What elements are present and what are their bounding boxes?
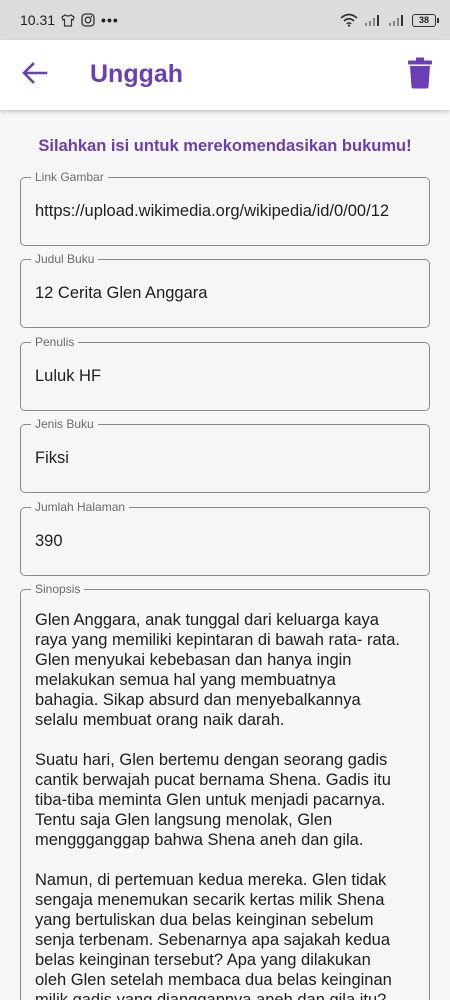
- judul-buku-label: Judul Buku: [31, 252, 99, 267]
- more-notifications-icon: •••: [101, 12, 119, 28]
- jenis-buku-field[interactable]: Jenis Buku Fiksi: [20, 417, 430, 493]
- judul-buku-value[interactable]: 12 Cerita Glen Anggara: [35, 284, 425, 303]
- battery-icon: 38: [412, 13, 439, 27]
- penulis-field[interactable]: Penulis Luluk HF: [20, 335, 430, 411]
- penulis-label: Penulis: [31, 335, 79, 350]
- signal-sim2-icon: [388, 14, 406, 26]
- sinopsis-field[interactable]: Sinopsis Glen Anggara, anak tunggal dari…: [20, 582, 430, 1000]
- app-bar: Unggah: [0, 40, 450, 110]
- judul-buku-field[interactable]: Judul Buku 12 Cerita Glen Anggara: [20, 252, 430, 328]
- sinopsis-label: Sinopsis: [31, 582, 85, 597]
- jumlah-halaman-value[interactable]: 390: [35, 532, 425, 551]
- status-right: 38: [340, 13, 439, 27]
- back-button[interactable]: [20, 61, 50, 89]
- signal-sim1-icon: [364, 14, 382, 26]
- link-gambar-field[interactable]: Link Gambar https://upload.wikimedia.org…: [20, 170, 430, 246]
- status-left: 10.31 •••: [20, 12, 119, 28]
- jenis-buku-value[interactable]: Fiksi: [35, 449, 425, 468]
- penulis-value[interactable]: Luluk HF: [35, 367, 425, 386]
- delete-button[interactable]: [404, 57, 436, 93]
- trash-icon: [408, 57, 432, 94]
- instagram-icon: [81, 13, 95, 27]
- arrow-left-icon: [22, 61, 48, 89]
- page-title: Unggah: [90, 60, 184, 88]
- status-bar: 10.31 ••• 38: [0, 0, 450, 40]
- form-subtitle: Silahkan isi untuk merekomendasikan buku…: [38, 137, 412, 155]
- status-time: 10.31: [20, 12, 56, 28]
- jenis-buku-label: Jenis Buku: [31, 417, 98, 432]
- sinopsis-value[interactable]: Glen Anggara, anak tunggal dari keluarga…: [35, 610, 403, 1000]
- wifi-icon: [340, 13, 358, 27]
- battery-level: 38: [418, 15, 429, 25]
- tshirt-icon: [61, 13, 75, 27]
- link-gambar-value[interactable]: https://upload.wikimedia.org/wikipedia/i…: [35, 202, 425, 221]
- jumlah-halaman-field[interactable]: Jumlah Halaman 390: [20, 500, 430, 576]
- link-gambar-label: Link Gambar: [31, 170, 108, 185]
- jumlah-halaman-label: Jumlah Halaman: [31, 500, 130, 515]
